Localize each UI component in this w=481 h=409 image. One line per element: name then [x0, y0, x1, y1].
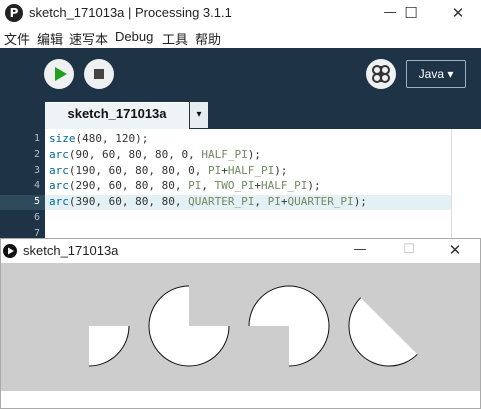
code-text: , — [201, 179, 215, 193]
menu-tools[interactable]: 工具 — [162, 29, 188, 48]
sketch-minimize-button[interactable]: — — [342, 239, 378, 263]
code-text: ); — [307, 179, 321, 193]
code-text: , — [254, 195, 268, 209]
code-text: + — [254, 179, 261, 193]
menu-file[interactable]: 文件 — [4, 29, 30, 48]
code-line[interactable]: arc(90, 60, 80, 80, 0, HALF_PI); — [49, 148, 261, 161]
code-constant: TWO_PI — [214, 179, 255, 193]
code-line[interactable]: arc(190, 60, 80, 80, 0, PI+HALF_PI); — [49, 164, 287, 177]
line-number: 5 — [33, 196, 40, 208]
mode-selector[interactable]: Java ▾ — [406, 60, 466, 88]
code-keyword: size — [49, 132, 76, 145]
code-text: ); — [353, 195, 367, 209]
sketch-window-icon — [3, 244, 17, 258]
tab-label: sketch_171013a — [67, 106, 167, 121]
code-constant: HALF_PI — [260, 179, 308, 193]
sketch-maximize-button[interactable]: ☐ — [391, 239, 427, 263]
code-text: ); — [247, 147, 261, 161]
code-constant: PI — [267, 195, 281, 209]
code-keyword: arc — [49, 195, 69, 209]
line-number: 4 — [33, 180, 40, 192]
line-number: 2 — [33, 148, 40, 160]
arc-drawing — [88, 285, 418, 367]
code-constant: PI — [188, 179, 202, 193]
menu-help[interactable]: 帮助 — [195, 29, 221, 48]
code-text: (390, 60, 80, 80, — [68, 195, 189, 209]
stop-button[interactable] — [84, 59, 114, 89]
maximize-button[interactable]: ☐ — [393, 0, 429, 27]
arc-shape-1 — [89, 326, 129, 366]
arc-shape-4 — [348, 297, 418, 367]
line-number: 1 — [33, 133, 40, 144]
line-number: 3 — [33, 164, 40, 176]
menu-edit[interactable]: 编辑 — [37, 29, 63, 48]
code-text: (90, 60, 80, 80, 0, — [68, 147, 202, 161]
code-line[interactable]: arc(290, 60, 80, 80, PI, TWO_PI+HALF_PI)… — [49, 179, 321, 192]
code-text: (290, 60, 80, 80, — [68, 179, 189, 193]
code-text: + — [221, 163, 228, 177]
sketch-window-title: sketch_171013a — [23, 243, 119, 258]
code-line[interactable]: size(480, 120); — [49, 132, 148, 145]
menu-sketch[interactable]: 速写本 — [69, 29, 108, 48]
code-line[interactable]: arc(390, 60, 80, 80, QUARTER_PI, PI+QUAR… — [49, 195, 367, 208]
play-icon — [55, 67, 67, 81]
code-constant: PI — [207, 163, 222, 177]
code-text: ); — [274, 163, 288, 177]
code-keyword: arc — [49, 163, 69, 177]
processing-app-icon: P — [5, 4, 23, 22]
code-constant: HALF_PI — [201, 147, 248, 161]
debugger-button[interactable] — [366, 59, 396, 89]
code-keyword: arc — [49, 179, 69, 193]
butterfly-icon — [372, 65, 390, 83]
line-number: 6 — [33, 212, 40, 223]
editor-scrollbar[interactable] — [451, 129, 481, 238]
sketch-close-button[interactable]: ✕ — [437, 239, 473, 263]
code-text: (190, 60, 80, 80, 0, — [68, 163, 208, 177]
run-button[interactable] — [44, 59, 74, 89]
code-constant: HALF_PI — [227, 163, 275, 177]
stop-icon — [94, 69, 104, 79]
code-constant: QUARTER_PI — [188, 195, 255, 209]
code-constant: QUARTER_PI — [287, 195, 354, 209]
close-button[interactable]: ✕ — [440, 0, 476, 27]
tab-menu-arrow[interactable]: ▾ — [190, 102, 208, 128]
window-title: sketch_171013a | Processing 3.1.1 — [29, 5, 232, 20]
sketch-canvas — [1, 263, 480, 391]
menu-debug[interactable]: Debug — [115, 29, 153, 44]
code-text: (480, 120); — [75, 132, 149, 145]
code-keyword: arc — [49, 147, 69, 161]
